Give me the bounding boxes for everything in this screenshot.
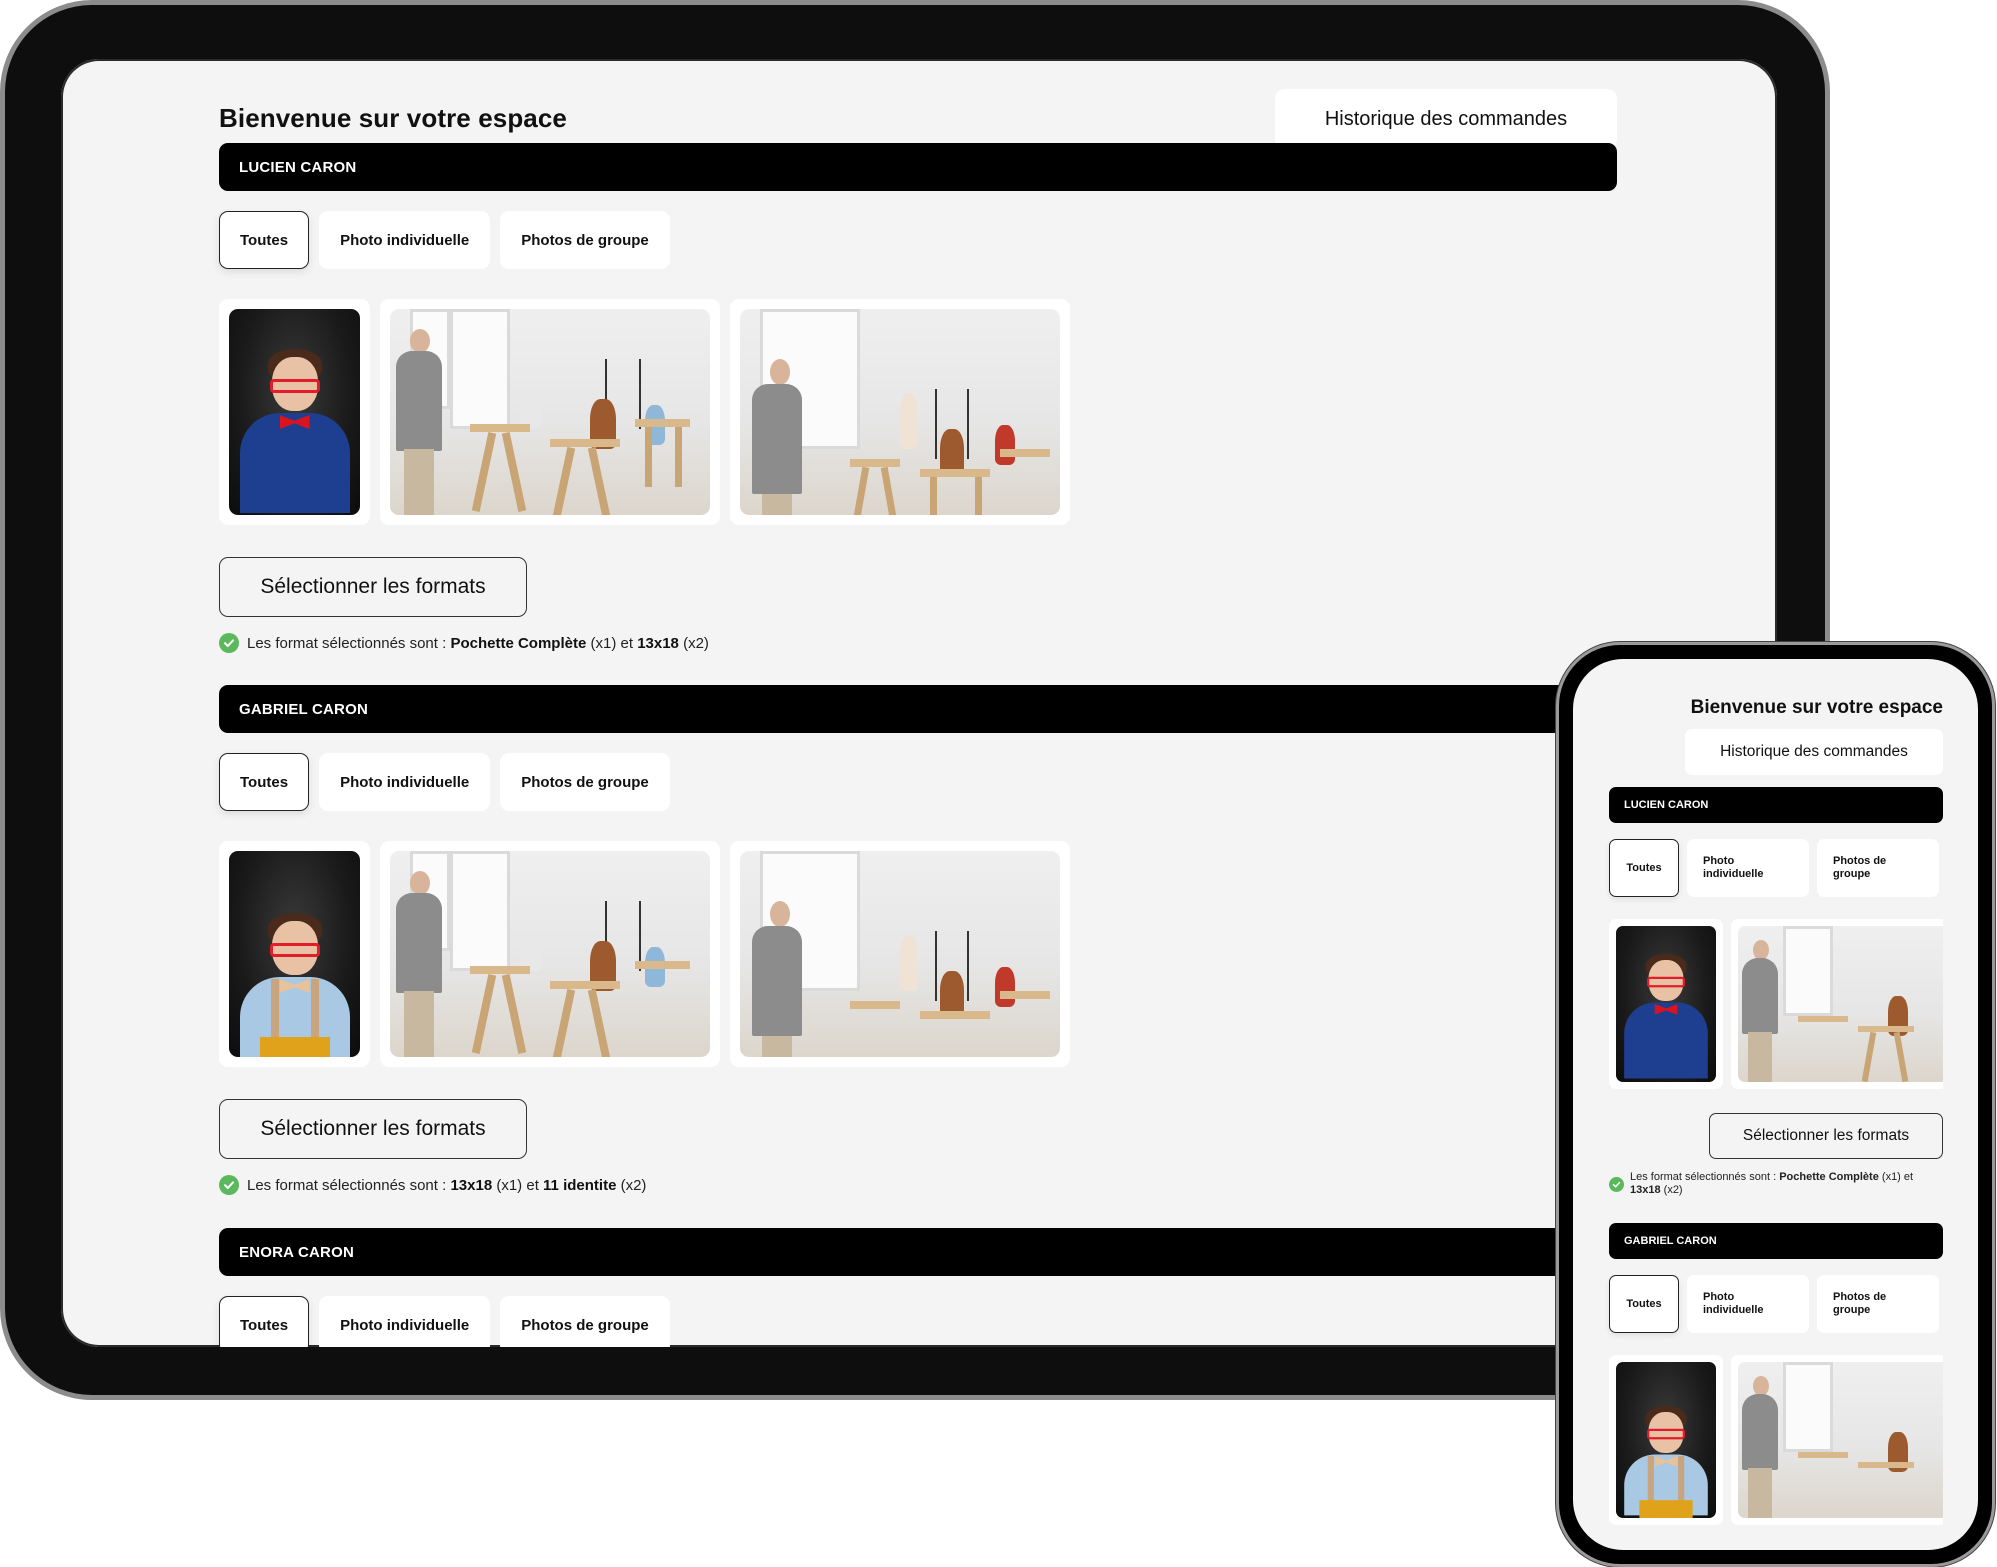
child-section: GABRIEL CARON Toutes Photo individuelle … — [219, 685, 1617, 1195]
child-name: GABRIEL CARON — [239, 700, 368, 718]
tab-individual-photo[interactable]: Photo individuelle — [1687, 839, 1809, 897]
child-section: LUCIEN CARON Toutes Photo individuelle P… — [219, 143, 1617, 653]
child-section: LUCIEN CARON Toutes Photo individuelle Ph… — [1609, 787, 1943, 1197]
child-name-bar: LUCIEN CARON — [1609, 787, 1943, 823]
portrait-photo — [1616, 1362, 1716, 1518]
selected-formats-note: Les format sélectionnés sont : 13x18 (x1… — [219, 1175, 1617, 1195]
photo-card[interactable] — [1731, 1355, 1943, 1525]
tablet-screen: Bienvenue sur votre espace Historique de… — [61, 59, 1777, 1347]
photo-filter-tabs: Toutes Photo individuelle Photos de grou… — [219, 1296, 1617, 1347]
photo-card[interactable] — [380, 841, 720, 1067]
group-photo — [1738, 1362, 1943, 1518]
tab-individual-photo[interactable]: Photo individuelle — [319, 753, 491, 811]
selected-formats-note: Les format sélectionnés sont : Pochette … — [219, 633, 1617, 653]
select-formats-button[interactable]: Sélectionner les formats — [219, 1099, 527, 1159]
photo-card[interactable] — [730, 299, 1070, 525]
child-name: GABRIEL CARON — [1624, 1235, 1717, 1247]
page-title: Bienvenue sur votre espace — [219, 103, 567, 133]
photo-card[interactable] — [730, 841, 1070, 1067]
child-name-bar: LUCIEN CARON — [219, 143, 1617, 191]
child-section: GABRIEL CARON Toutes Photo individuelle P… — [1609, 1223, 1943, 1525]
photo-gallery[interactable] — [1609, 1355, 1943, 1525]
portrait-photo — [229, 851, 360, 1057]
child-name-bar: GABRIEL CARON — [219, 685, 1617, 733]
photo-card[interactable] — [219, 841, 370, 1067]
photo-gallery[interactable] — [1609, 919, 1943, 1089]
formats-text: Les format sélectionnés sont : Pochette … — [1630, 1171, 1914, 1196]
check-circle-icon — [1609, 1176, 1624, 1192]
group-photo — [740, 851, 1060, 1057]
child-name-bar: GABRIEL CARON — [1609, 1223, 1943, 1259]
child-name-bar: ENORA CARON — [219, 1228, 1617, 1276]
child-name: ENORA CARON — [239, 1243, 354, 1261]
photo-card[interactable] — [1609, 1355, 1723, 1525]
child-section: ENORA CARON Toutes Photo individuelle Ph… — [219, 1228, 1617, 1347]
group-photo — [390, 851, 710, 1057]
tab-group-photos[interactable]: Photos de groupe — [500, 211, 670, 269]
child-name: LUCIEN CARON — [1624, 799, 1709, 811]
tab-group-photos[interactable]: Photos de groupe — [1817, 839, 1939, 897]
photo-card[interactable] — [1609, 919, 1723, 1089]
selected-formats-note: Les format sélectionnés sont : Pochette … — [1609, 1171, 1943, 1197]
photo-filter-tabs: Toutes Photo individuelle Photos de groupe — [1609, 839, 1943, 897]
portrait-photo — [1616, 926, 1716, 1082]
photo-card[interactable] — [1731, 919, 1943, 1089]
tab-all[interactable]: Toutes — [1609, 839, 1679, 897]
tab-all[interactable]: Toutes — [1609, 1275, 1679, 1333]
group-photo — [1738, 926, 1943, 1082]
group-photo — [390, 309, 710, 515]
formats-text: Les format sélectionnés sont : 13x18 (x1… — [247, 1176, 647, 1194]
select-formats-button[interactable]: Sélectionner les formats — [1709, 1113, 1943, 1159]
tab-individual-photo[interactable]: Photo individuelle — [319, 211, 491, 269]
portrait-photo — [229, 309, 360, 515]
check-circle-icon — [219, 1175, 239, 1195]
child-name: LUCIEN CARON — [239, 158, 357, 176]
page-title: Bienvenue sur votre espace — [1690, 697, 1943, 718]
photo-filter-tabs: Toutes Photo individuelle Photos de groupe — [1609, 1275, 1943, 1333]
tab-group-photos[interactable]: Photos de groupe — [1817, 1275, 1939, 1333]
tab-all[interactable]: Toutes — [219, 753, 310, 811]
photo-gallery — [219, 841, 1617, 1067]
phone-mockup: Bienvenue sur votre espace Historique de… — [1556, 642, 1995, 1567]
order-history-button[interactable]: Historique des commandes — [1275, 89, 1617, 149]
order-history-button[interactable]: Historique des commandes — [1685, 729, 1943, 775]
photo-filter-tabs: Toutes Photo individuelle Photos de grou… — [219, 211, 1617, 269]
phone-screen: Bienvenue sur votre espace Historique de… — [1573, 659, 1978, 1550]
tab-group-photos[interactable]: Photos de groupe — [500, 1296, 670, 1347]
tab-all[interactable]: Toutes — [219, 1296, 310, 1347]
tab-group-photos[interactable]: Photos de groupe — [500, 753, 670, 811]
group-photo — [740, 309, 1060, 515]
photo-gallery — [219, 299, 1617, 525]
check-circle-icon — [219, 633, 239, 653]
photo-card[interactable] — [219, 299, 370, 525]
photo-card[interactable] — [380, 299, 720, 525]
select-formats-button[interactable]: Sélectionner les formats — [219, 557, 527, 617]
tab-individual-photo[interactable]: Photo individuelle — [319, 1296, 491, 1347]
photo-filter-tabs: Toutes Photo individuelle Photos de grou… — [219, 753, 1617, 811]
tab-all[interactable]: Toutes — [219, 211, 310, 269]
formats-text: Les format sélectionnés sont : Pochette … — [247, 634, 709, 652]
tab-individual-photo[interactable]: Photo individuelle — [1687, 1275, 1809, 1333]
